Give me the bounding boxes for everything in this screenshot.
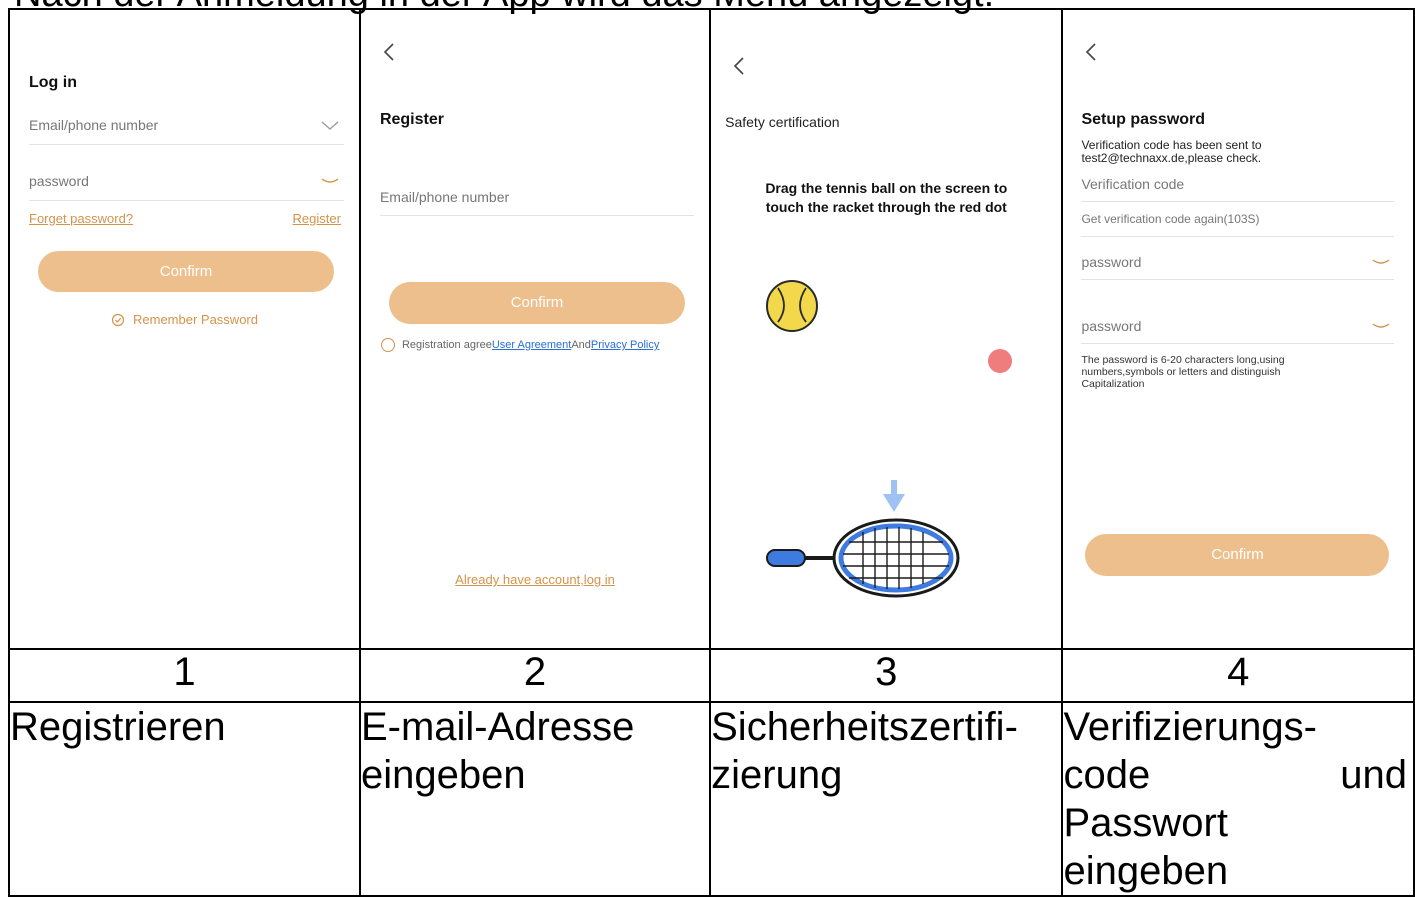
caption-2-line-2: eingeben — [360, 753, 526, 797]
code-sent-message: Verification code has been sent to test2… — [1081, 139, 1261, 165]
caption-1-text: Registrieren — [10, 705, 226, 749]
instruction-line-2: touch the racket through the red dot — [765, 199, 1007, 215]
login-link[interactable]: Already have account,log in — [362, 572, 708, 587]
back-icon[interactable] — [1085, 42, 1097, 62]
screenshot-login: Log in Email/phone number password Forge… — [8, 8, 361, 650]
caption-2-line-1: E-mail-Adresse — [360, 705, 635, 749]
screenshot-safety: Safety certification Drag the tennis bal… — [709, 8, 1064, 650]
confirm-button[interactable]: Confirm — [38, 251, 334, 292]
agree-text: Registration agree — [401, 339, 492, 351]
eye-closed-icon[interactable] — [1372, 258, 1390, 266]
step-caption-1: Registrieren — [8, 701, 361, 897]
step-caption-3: Sicherheitszertifi- zierung — [709, 701, 1064, 897]
safety-title: Safety certification — [725, 114, 840, 130]
confirm-password-field[interactable]: password — [1081, 318, 1141, 334]
verification-code-field[interactable]: Verification code — [1081, 176, 1184, 192]
setup-password-title: Setup password — [1081, 111, 1206, 128]
step-number-4: 4 — [1061, 648, 1415, 703]
password-hint-line-3: Capitalization — [1081, 378, 1145, 390]
eye-closed-icon[interactable] — [1372, 322, 1390, 330]
step-number-3: 3 — [709, 648, 1064, 703]
back-icon[interactable] — [733, 56, 745, 76]
caption-3-line-1: Sicherheitszertifi- — [711, 705, 1018, 749]
code-sent-line-2: test2@technaxx.de,please check. — [1081, 151, 1262, 165]
caption-4-word-code: code — [1063, 753, 1151, 797]
eye-closed-icon[interactable] — [321, 177, 339, 185]
resend-code-button[interactable]: Get verification code again(103S) — [1081, 212, 1259, 226]
confirm-button[interactable]: Confirm — [1085, 534, 1390, 576]
agree-checkbox[interactable] — [380, 338, 395, 352]
agreement-row: Registration agree User Agreement And Priva… — [380, 338, 659, 352]
instruction-line-1: Drag the tennis ball on the screen to — [765, 180, 1008, 196]
red-dot — [988, 349, 1013, 373]
step-number-2: 2 — [358, 648, 712, 703]
password-field[interactable]: password — [29, 173, 89, 189]
back-icon[interactable] — [383, 42, 395, 62]
confirm-button[interactable]: Confirm — [388, 282, 685, 324]
email-field[interactable]: Email/phone number — [380, 189, 509, 205]
instruction-table: Log in Email/phone number password Forge… — [8, 8, 1415, 897]
caption-4-line-3: Passwort — [1063, 801, 1228, 845]
password-hint-line-2: numbers,symbols or letters and distingui… — [1081, 366, 1281, 378]
caption-3-line-2: zierung — [711, 753, 843, 797]
tennis-ball-icon[interactable] — [764, 278, 820, 334]
screenshot-register: Register Email/phone number Confirm Regi… — [358, 8, 712, 650]
step-caption-2: E-mail-Adresse eingeben — [358, 701, 712, 897]
login-title: Log in — [29, 74, 77, 91]
remember-password-label: Remember Password — [133, 312, 258, 327]
check-circle-icon — [111, 313, 125, 326]
step-caption-4: Verifizierungs- code und Passwort eingeb… — [1061, 701, 1415, 897]
register-link[interactable]: Register — [293, 211, 341, 226]
email-field[interactable]: Email/phone number — [29, 117, 158, 133]
user-agreement-link[interactable]: User Agreement — [492, 339, 571, 351]
chevron-down-icon[interactable] — [321, 121, 339, 131]
register-title: Register — [379, 111, 444, 128]
caption-4-word-und: und — [1340, 753, 1407, 797]
password-field[interactable]: password — [1081, 254, 1141, 270]
forget-password-link[interactable]: Forget password? — [29, 211, 133, 226]
and-text: And — [571, 339, 591, 351]
caption-4-line-1: Verifizierungs- — [1063, 705, 1317, 749]
remember-password-toggle[interactable]: Remember Password — [111, 312, 258, 327]
caption-4-line-4: eingeben — [1063, 849, 1229, 893]
step-number-1: 1 — [8, 648, 361, 703]
privacy-policy-link[interactable]: Privacy Policy — [591, 339, 659, 351]
instruction-text: Drag the tennis ball on the screen to to… — [712, 179, 1060, 217]
racket-icon — [766, 480, 960, 598]
password-hint: The password is 6-20 characters long,usi… — [1081, 354, 1284, 390]
password-hint-line-1: The password is 6-20 characters long,usi… — [1081, 354, 1285, 366]
caption-4-line-2: code und — [1063, 751, 1413, 799]
screenshot-setup-password: Setup password Verification code has bee… — [1061, 8, 1415, 650]
